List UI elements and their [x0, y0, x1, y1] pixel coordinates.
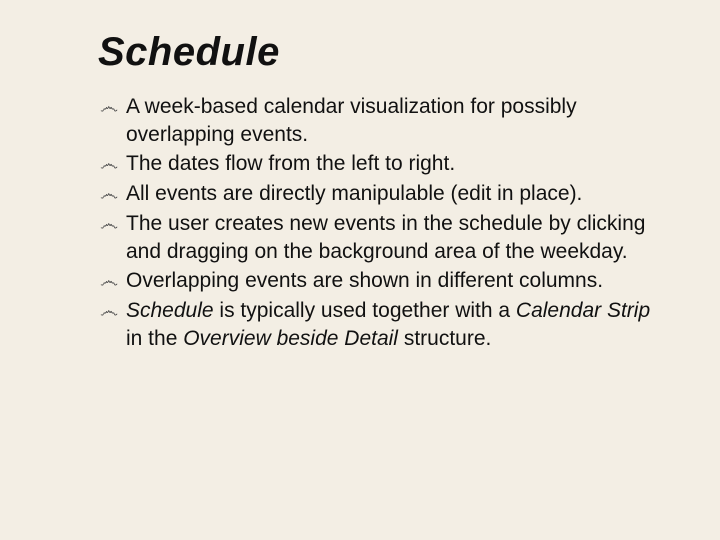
bullet-item: ෴The user creates new events in the sche… [100, 210, 660, 265]
bullet-text-run: The user creates new events in the sched… [126, 212, 645, 263]
bullet-item: ෴The dates flow from the left to right. [100, 150, 660, 178]
slide: Schedule ෴A week-based calendar visualiz… [0, 0, 720, 540]
slide-title: Schedule [98, 30, 660, 75]
bullet-glyph-icon: ෴ [100, 152, 126, 177]
bullet-item: ෴Schedule is typically used together wit… [100, 297, 660, 352]
bullet-text-run: The dates flow from the left to right. [126, 152, 455, 175]
bullet-item: ෴Overlapping events are shown in differe… [100, 267, 660, 295]
bullet-glyph-icon: ෴ [100, 299, 126, 324]
bullet-glyph-icon: ෴ [100, 182, 126, 207]
bullet-text-run: in the [126, 327, 183, 350]
bullet-text-run: Overlapping events are shown in differen… [126, 269, 603, 292]
bullet-glyph-icon: ෴ [100, 212, 126, 237]
bullet-item: ෴All events are directly manipulable (ed… [100, 180, 660, 208]
bullet-text-run: All events are directly manipulable (edi… [126, 182, 582, 205]
bullet-text-run: Calendar Strip [516, 299, 650, 322]
bullet-glyph-icon: ෴ [100, 269, 126, 294]
bullet-list: ෴A week-based calendar visualization for… [100, 93, 660, 352]
bullet-text-run: structure. [398, 327, 491, 350]
bullet-text-run: A week-based calendar visualization for … [126, 95, 577, 146]
bullet-item: ෴A week-based calendar visualization for… [100, 93, 660, 148]
bullet-text-run: Overview beside Detail [183, 327, 398, 350]
bullet-text-run: Schedule [126, 299, 214, 322]
bullet-text-run: is typically used together with a [214, 299, 516, 322]
bullet-glyph-icon: ෴ [100, 95, 126, 120]
